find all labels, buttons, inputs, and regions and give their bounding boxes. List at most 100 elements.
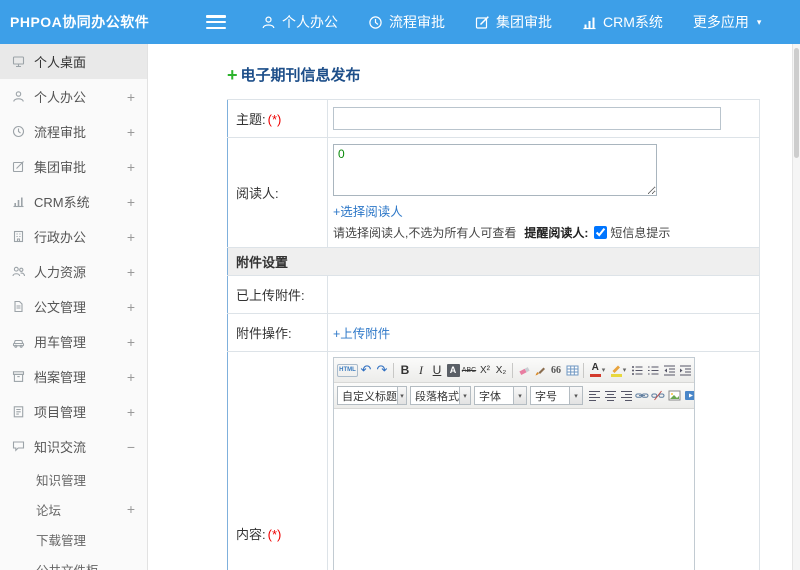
expand-toggle[interactable]: + xyxy=(127,300,135,314)
vertical-scrollbar-track[interactable] xyxy=(792,44,800,570)
font-size-dropdown[interactable]: 字号 ▾ xyxy=(530,386,583,405)
menu-icon[interactable] xyxy=(206,15,226,29)
attachment-section-header: 附件设置 xyxy=(227,247,760,276)
underline-button[interactable]: U xyxy=(429,361,445,380)
paragraph-format-dropdown[interactable]: 段落格式 ▾ xyxy=(410,386,471,405)
align-left-button[interactable] xyxy=(586,386,602,405)
expand-toggle[interactable]: + xyxy=(127,405,135,419)
strikethrough-button[interactable]: ABC xyxy=(461,361,477,380)
remove-link-button[interactable] xyxy=(650,386,666,405)
sidebar-item-archive-management[interactable]: 档案管理 + xyxy=(0,359,147,394)
align-center-button[interactable] xyxy=(602,386,618,405)
source-code-button[interactable]: HTML xyxy=(337,363,358,377)
font-family-dropdown[interactable]: 字体 ▾ xyxy=(474,386,527,405)
insert-link-button[interactable] xyxy=(634,386,650,405)
nav-crm-system[interactable]: CRM系统 xyxy=(567,0,678,44)
insert-media-button[interactable] xyxy=(682,386,694,405)
editor-toolbar-row1: HTML ↶ ↷ B I U A ABC X² X₂ 66 A ▾ ▾ xyxy=(334,358,694,383)
sidebar-item-personal-office[interactable]: 个人办公 + xyxy=(0,79,147,114)
expand-toggle[interactable]: + xyxy=(127,160,135,174)
nav-more-apps[interactable]: 更多应用 ▾ xyxy=(678,0,777,44)
readers-row: 阅读人: 0 +选择阅读人 请选择阅读人,不选为所有人可查看 提醒阅读人: 短信… xyxy=(227,137,760,248)
sidebar-sublabel: 下载管理 xyxy=(36,533,87,548)
person-icon xyxy=(261,15,276,30)
sidebar-label: 公文管理 xyxy=(34,300,87,315)
sidebar-label: 人力资源 xyxy=(34,265,87,280)
sidebar-subitem-knowledge-management[interactable]: 知识管理 xyxy=(0,464,147,494)
expand-toggle[interactable]: + xyxy=(127,195,135,209)
subscript-button[interactable]: X₂ xyxy=(493,361,509,380)
insert-image-button[interactable] xyxy=(666,386,682,405)
sms-notify-label: 短信息提示 xyxy=(610,226,671,240)
chevron-down-icon: ▾ xyxy=(459,387,470,404)
sidebar-sublabel: 论坛 xyxy=(36,503,62,518)
sidebar: 个人桌面 个人办公 + 流程审批 + 集团审批 + CRM系统 + 行政办公 +… xyxy=(0,44,148,570)
media-icon xyxy=(684,391,694,400)
subject-label: 主题: (*) xyxy=(227,99,328,138)
indent-icon xyxy=(679,365,691,375)
publish-form: 主题: (*) 阅读人: 0 +选择阅读人 请选择阅读人,不选为所有人可查看 提醒… xyxy=(227,99,760,570)
attachment-section-row: 附件设置 xyxy=(227,247,760,276)
sidebar-subitem-download-management[interactable]: 下载管理 xyxy=(0,524,147,554)
font-style-button[interactable]: A xyxy=(445,361,461,380)
format-brush-button[interactable] xyxy=(532,361,548,380)
insert-table-button[interactable] xyxy=(564,361,580,380)
numbered-list-button[interactable] xyxy=(645,361,661,380)
sidebar-item-crm-system[interactable]: CRM系统 + xyxy=(0,184,147,219)
sidebar-item-group-approval[interactable]: 集团审批 + xyxy=(0,149,147,184)
uploaded-attachments-value xyxy=(327,275,760,314)
expand-toggle[interactable]: + xyxy=(127,125,135,139)
sidebar-item-vehicle-management[interactable]: 用车管理 + xyxy=(0,324,147,359)
redo-button[interactable]: ↷ xyxy=(374,361,390,380)
chevron-down-icon: ▾ xyxy=(569,387,582,404)
undo-button[interactable]: ↶ xyxy=(358,361,374,380)
sidebar-item-admin-office[interactable]: 行政办公 + xyxy=(0,219,147,254)
nav-workflow-approval[interactable]: 流程审批 xyxy=(353,0,460,44)
vertical-scrollbar-thumb[interactable] xyxy=(794,48,799,158)
select-readers-link[interactable]: +选择阅读人 xyxy=(333,205,403,219)
editor-content-area[interactable] xyxy=(334,409,694,570)
subject-input[interactable] xyxy=(333,107,721,130)
sidebar-label: 个人桌面 xyxy=(34,55,87,70)
expand-toggle[interactable]: + xyxy=(127,90,135,104)
blockquote-button[interactable]: 66 xyxy=(548,361,564,380)
chevron-down-icon: ▾ xyxy=(513,387,526,404)
expand-toggle[interactable]: + xyxy=(127,230,135,244)
expand-toggle[interactable]: + xyxy=(127,335,135,349)
bold-button[interactable]: B xyxy=(397,361,413,380)
nav-personal-office[interactable]: 个人办公 xyxy=(246,0,353,44)
sidebar-subitem-forum[interactable]: 论坛 + xyxy=(0,494,147,524)
sidebar-label: 行政办公 xyxy=(34,230,87,245)
sidebar-item-project-management[interactable]: 项目管理 + xyxy=(0,394,147,429)
readers-textarea[interactable]: 0 xyxy=(333,144,657,196)
italic-button[interactable]: I xyxy=(413,361,429,380)
upload-attachment-link[interactable]: +上传附件 xyxy=(333,327,390,341)
bullet-list-button[interactable] xyxy=(629,361,645,380)
sidebar-item-desktop[interactable]: 个人桌面 xyxy=(0,44,147,79)
nav-label: 集团审批 xyxy=(496,14,552,30)
sidebar-subitem-public-file-cabinet[interactable]: 公共文件柜 xyxy=(0,554,147,570)
sidebar-item-document-management[interactable]: 公文管理 + xyxy=(0,289,147,324)
highlight-color-button[interactable]: ▾ xyxy=(608,361,629,380)
superscript-button[interactable]: X² xyxy=(477,361,493,380)
collapse-toggle[interactable]: − xyxy=(127,440,135,454)
desktop-icon xyxy=(12,55,25,68)
chat-bubble-icon xyxy=(12,440,25,453)
font-color-button[interactable]: A ▾ xyxy=(587,361,608,380)
bullet-list-icon xyxy=(631,365,642,375)
remove-format-button[interactable] xyxy=(516,361,532,380)
expand-toggle[interactable]: + xyxy=(127,370,135,384)
sidebar-item-workflow-approval[interactable]: 流程审批 + xyxy=(0,114,147,149)
expand-toggle[interactable]: + xyxy=(127,265,135,279)
expand-toggle[interactable]: + xyxy=(127,502,135,516)
car-icon xyxy=(12,335,25,348)
sidebar-item-knowledge-exchange[interactable]: 知识交流 − xyxy=(0,429,147,464)
sidebar-label: 流程审批 xyxy=(34,125,87,140)
indent-button[interactable] xyxy=(677,361,693,380)
align-right-button[interactable] xyxy=(618,386,634,405)
custom-heading-dropdown[interactable]: 自定义标题 ▾ xyxy=(337,386,407,405)
outdent-button[interactable] xyxy=(661,361,677,380)
sms-notify-checkbox[interactable] xyxy=(594,226,608,239)
nav-group-approval[interactable]: 集团审批 xyxy=(460,0,567,44)
sidebar-item-human-resources[interactable]: 人力资源 + xyxy=(0,254,147,289)
